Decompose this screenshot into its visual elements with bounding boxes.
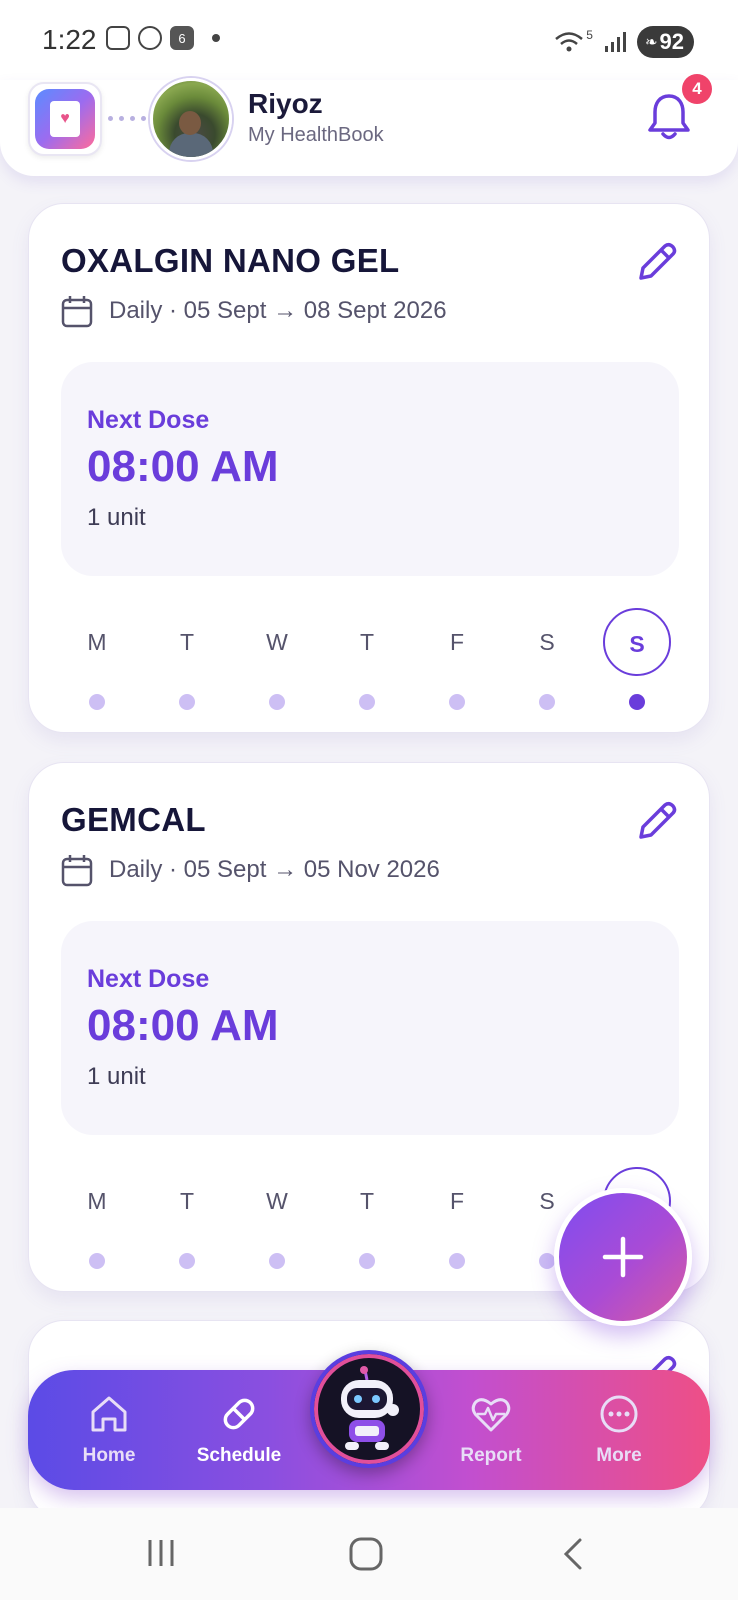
avatar[interactable] <box>150 78 232 160</box>
network-5g-label: 5 <box>586 28 593 42</box>
pill-icon <box>223 1398 255 1430</box>
battery-indicator: ❧ 92 <box>636 26 694 58</box>
day-thursday[interactable]: T <box>333 608 401 710</box>
notification-badge: 4 <box>682 74 712 104</box>
day-friday[interactable]: F <box>423 1167 491 1269</box>
next-dose-label: Next Dose <box>87 965 210 993</box>
nav-more-label: More <box>596 1445 642 1466</box>
dose-amount: 1 unit <box>87 504 146 531</box>
day-tuesday[interactable]: T <box>153 608 221 710</box>
recent-apps-icon[interactable] <box>144 1536 178 1570</box>
nav-schedule-label: Schedule <box>196 1445 282 1466</box>
whatsapp-icon <box>138 26 162 50</box>
schedule-row: Daily · 05 Sept → 05 Nov 2026 <box>61 853 440 887</box>
day-saturday[interactable]: S <box>513 608 581 710</box>
next-dose-time: 08:00 AM <box>87 1001 279 1050</box>
status-notification-icons: 6 <box>106 26 220 50</box>
next-dose-label: Next Dose <box>87 406 210 434</box>
back-icon[interactable] <box>560 1536 586 1572</box>
dose-amount: 1 unit <box>87 1063 146 1090</box>
system-navigation-bar <box>0 1508 738 1600</box>
app-header: ♥ Riyoz My HealthBook 4 <box>0 74 738 176</box>
nav-schedule[interactable]: Schedule <box>184 1392 294 1467</box>
edit-pencil-icon[interactable] <box>631 238 681 288</box>
status-bar: 1:22 6 5 ❧ 92 <box>0 0 738 80</box>
schedule-text: Daily · 05 Sept → 08 Sept 2026 <box>109 297 447 324</box>
medication-name: OXALGIN NANO GEL <box>61 242 400 279</box>
nav-home-label: Home <box>82 1445 136 1466</box>
calendar-icon <box>61 855 93 887</box>
screenshot-icon <box>106 26 130 50</box>
calendar-icon <box>61 296 93 328</box>
day-wednesday[interactable]: W <box>243 608 311 710</box>
app-logo[interactable]: ♥ <box>28 82 102 156</box>
calendar-notification-icon: 6 <box>170 26 194 50</box>
edit-pencil-icon[interactable] <box>631 797 681 847</box>
nav-home[interactable]: Home <box>54 1392 164 1467</box>
home-button-icon[interactable] <box>348 1536 384 1572</box>
home-icon <box>91 1396 127 1432</box>
schedule-row: Daily · 05 Sept → 08 Sept 2026 <box>61 294 447 328</box>
schedule-text: Daily · 05 Sept → 05 Nov 2026 <box>109 856 440 883</box>
nav-report[interactable]: Report <box>436 1392 546 1467</box>
wifi-icon <box>555 32 584 52</box>
next-dose-panel: Next Dose 08:00 AM 1 unit <box>61 362 679 576</box>
user-name: Riyoz <box>248 88 323 119</box>
status-time: 1:22 <box>42 24 97 55</box>
robot-icon <box>341 1366 399 1450</box>
nav-more[interactable]: More <box>564 1392 674 1467</box>
nav-report-label: Report <box>460 1445 522 1466</box>
day-thursday[interactable]: T <box>333 1167 401 1269</box>
header-subtitle: My HealthBook <box>248 124 384 146</box>
next-dose-panel: Next Dose 08:00 AM 1 unit <box>61 921 679 1135</box>
more-icon <box>600 1395 638 1433</box>
healthbook-logo-icon: ♥ <box>35 89 95 149</box>
add-medication-button[interactable] <box>554 1188 692 1326</box>
day-monday[interactable]: M <box>63 608 131 710</box>
more-notifications-dot-icon <box>212 34 220 42</box>
medication-name: GEMCAL <box>61 801 206 838</box>
day-sunday[interactable]: S <box>603 608 671 710</box>
next-dose-time: 08:00 AM <box>87 442 279 491</box>
battery-leaf-icon: ❧ <box>644 34 658 51</box>
medication-card[interactable]: OXALGIN NANO GEL Daily · 05 Sept → 08 Se… <box>28 203 710 733</box>
day-monday[interactable]: M <box>63 1167 131 1269</box>
day-tuesday[interactable]: T <box>153 1167 221 1269</box>
ai-assistant-button[interactable] <box>310 1350 428 1468</box>
battery-level: 92 <box>659 29 684 54</box>
status-system-icons: 5 ❧ 92 <box>554 26 694 58</box>
signal-icon <box>604 32 626 52</box>
heart-book-icon: ♥ <box>50 101 80 137</box>
plus-icon <box>602 1236 644 1278</box>
day-friday[interactable]: F <box>423 608 491 710</box>
connector-dots <box>108 116 146 121</box>
day-wednesday[interactable]: W <box>243 1167 311 1269</box>
heart-pulse-icon <box>471 1398 511 1432</box>
